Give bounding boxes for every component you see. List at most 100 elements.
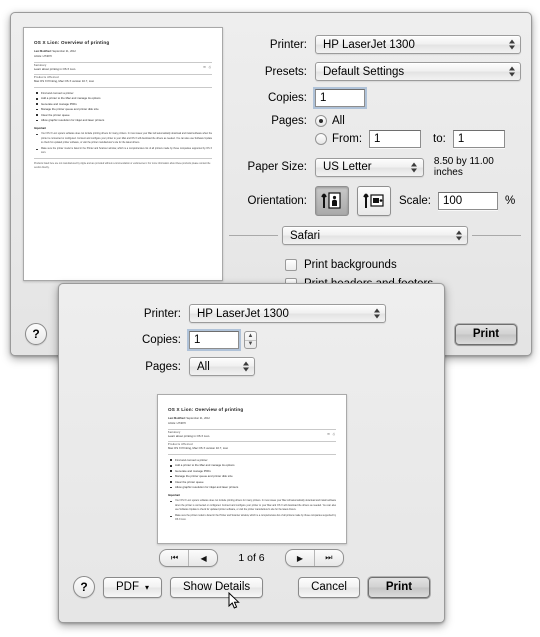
print-backgrounds-label: Print backgrounds [304, 259, 397, 271]
show-details-label: Show Details [183, 581, 251, 593]
copies-row: Copies: 1 [229, 89, 521, 107]
app-panel-separator-row: Safari [229, 226, 521, 245]
document-rule-1 [34, 61, 212, 63]
print-dialog-simple-body: Printer: HP LaserJet 1300 Copies: 1 ▲ ▼ … [59, 284, 444, 622]
help-button[interactable]: ? [25, 323, 47, 345]
document-footer: Products listed here are not manufacture… [34, 163, 211, 170]
prev-page-button[interactable]: ◀ [188, 550, 217, 566]
document-rule-3 [34, 86, 212, 88]
separator-right [472, 235, 521, 236]
print-dialog-simple: Printer: HP LaserJet 1300 Copies: 1 ▲ ▼ … [58, 283, 445, 623]
copies-input-value: 1 [320, 92, 327, 104]
app-panel-value: Safari [290, 229, 321, 242]
orientation-landscape-button[interactable] [357, 186, 391, 216]
pages-to-value: 1 [457, 133, 465, 145]
orientation-label: Orientation: [247, 195, 307, 207]
page-counter: 1 of 6 [238, 552, 265, 564]
cancel-button[interactable]: Cancel [298, 576, 360, 598]
page-nav-fwd-group[interactable]: ▶ ⏭ [284, 549, 344, 567]
document-paragraph: Make sure the printer model is listed in… [34, 147, 212, 155]
orientation-portrait-button[interactable] [315, 186, 349, 216]
document-title: OS X Lion: Overview of printing [34, 40, 110, 45]
copies-input[interactable]: 1 [315, 89, 365, 107]
document-meta-label: Last Modified: [34, 50, 52, 53]
simple-copies-row: Copies: 1 ▲ ▼ [119, 331, 419, 349]
chevron-updown-icon [373, 307, 380, 320]
print-button[interactable]: Print [368, 576, 430, 598]
pages-row-all: Pages: All [229, 115, 521, 127]
print-backgrounds-checkbox[interactable] [285, 259, 297, 271]
document-rule-2 [34, 74, 212, 76]
scale-input[interactable]: 100 [437, 192, 498, 210]
list-item: Allow graphic resolution for inkjet and … [170, 485, 336, 490]
printer-label: Printer: [269, 38, 307, 51]
chevron-updown-icon [242, 360, 249, 373]
document-rule-1 [168, 428, 336, 430]
copies-stepper[interactable]: ▲ ▼ [244, 331, 257, 349]
pages-to-input[interactable]: 1 [452, 130, 505, 148]
document-bullet-list: Find and connect a printer Add a printer… [168, 458, 336, 491]
presets-select[interactable]: Default Settings [315, 62, 521, 81]
paper-size-row: Paper Size: US Letter 8.50 by 11.00 inch… [229, 156, 521, 178]
simple-pages-value: All [197, 360, 210, 373]
separator-left [229, 235, 278, 236]
document-products-text: Mac OS X Printing, Mac OS X version 10.7… [34, 79, 95, 84]
document-meta-value: September 21, 2012 [52, 50, 76, 53]
document-meta: Last Modified: September 21, 2012 [168, 417, 336, 421]
pages-all-label: All [332, 115, 345, 127]
pages-all-radio[interactable] [315, 115, 327, 127]
document-meta: Last Modified: September 21, 2012 [34, 50, 212, 54]
chevron-updown-icon [455, 229, 462, 242]
landscape-icon [363, 193, 384, 208]
simple-page-nav: ⏮ ◀ 1 of 6 ▶ ⏭ [59, 549, 444, 567]
document-important-label: Important [168, 494, 180, 498]
simple-printer-value: HP LaserJet 1300 [197, 307, 289, 320]
document-meta-label: Last Modified: [168, 417, 186, 420]
presets-select-value: Default Settings [323, 65, 405, 78]
document-rule-3 [168, 453, 336, 455]
last-page-button[interactable]: ⏭ [313, 550, 343, 566]
print-button[interactable]: Print [455, 323, 517, 345]
document-summary-text: Learn about printing in OS X Lion. [34, 66, 77, 71]
printer-row: Printer: HP LaserJet 1300 [229, 35, 521, 54]
simple-print-preview: OS X Lion: Overview of printing Last Mod… [157, 394, 347, 544]
stepper-down-icon[interactable]: ▼ [245, 341, 256, 349]
simple-printer-select[interactable]: HP LaserJet 1300 [189, 304, 386, 323]
paper-size-label: Paper Size: [247, 161, 307, 173]
page-nav-back-group[interactable]: ⏮ ◀ [159, 549, 219, 567]
pages-from-radio[interactable] [315, 133, 327, 145]
document-products-text: Mac OS X Printing, Mac OS X version 10.7… [168, 446, 229, 451]
first-page-button[interactable]: ⏮ [160, 550, 188, 566]
show-details-button[interactable]: Show Details [170, 576, 264, 598]
document-summary-text: Learn about printing in OS X Lion. [168, 433, 211, 438]
orientation-row: Orientation: Scale: 100 % [229, 186, 521, 216]
chevron-updown-icon [508, 65, 515, 78]
stepper-up-icon[interactable]: ▲ [245, 332, 256, 341]
simple-document-preview-content: OS X Lion: Overview of printing Last Mod… [158, 395, 346, 522]
simple-copies-label: Copies: [142, 334, 181, 346]
help-button[interactable]: ? [73, 576, 95, 598]
paper-size-select[interactable]: US Letter [315, 157, 424, 177]
presets-row: Presets: Default Settings [229, 62, 521, 81]
print-backgrounds-row[interactable]: Print backgrounds [285, 259, 521, 271]
pdf-button[interactable]: PDF ▾ [103, 576, 163, 598]
print-preview-pane: OS X Lion: Overview of printing Last Mod… [23, 27, 223, 281]
document-article: Article: HT4670 [34, 54, 52, 58]
pages-from-value: 1 [374, 133, 381, 145]
simple-pages-select[interactable]: All [189, 357, 255, 376]
simple-print-form: Printer: HP LaserJet 1300 Copies: 1 ▲ ▼ … [119, 304, 419, 384]
document-preview-content: OS X Lion: Overview of printing Last Mod… [24, 28, 222, 171]
pages-from-input[interactable]: 1 [369, 130, 422, 148]
app-panel-select[interactable]: Safari [282, 226, 468, 245]
presets-label: Presets: [264, 65, 307, 78]
next-page-button[interactable]: ▶ [286, 550, 314, 566]
printer-select[interactable]: HP LaserJet 1300 [315, 35, 521, 54]
simple-copies-input[interactable]: 1 [189, 331, 239, 349]
chevron-updown-icon [508, 38, 515, 51]
scale-value: 100 [442, 195, 463, 207]
print-settings-form: Printer: HP LaserJet 1300 Presets: Defau… [229, 35, 521, 290]
chevron-updown-icon [411, 161, 418, 174]
pages-to-label: to: [433, 133, 446, 145]
copies-label: Copies: [268, 92, 307, 104]
simple-pages-row: Pages: All [119, 357, 419, 376]
